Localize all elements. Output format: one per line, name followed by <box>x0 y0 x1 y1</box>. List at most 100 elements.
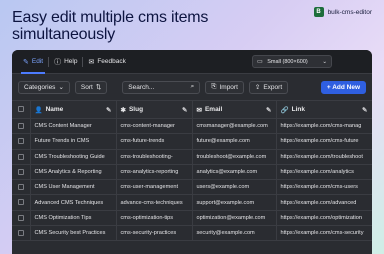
select-all-checkbox[interactable] <box>17 106 24 113</box>
slug-cell[interactable]: cms-troubleshooting- <box>116 149 193 165</box>
link-cell[interactable]: https://example.com/troubleshoot <box>276 149 372 165</box>
column-label: Link <box>291 106 305 113</box>
monitor-icon: ▭ <box>257 59 263 65</box>
row-select-cell <box>12 149 31 165</box>
name-cell[interactable]: CMS Analytics & Reporting <box>30 164 117 181</box>
name-cell[interactable]: CMS Security best Practices <box>30 225 117 242</box>
link-cell[interactable]: https://example.com/cms-security <box>276 225 372 242</box>
column-label: Slug <box>128 106 144 113</box>
app-badge: B bulk-cms-editor <box>313 7 372 17</box>
email-cell[interactable]: users@example.com <box>192 179 277 196</box>
window-size-select[interactable]: ▭ Small (800×600) ⌄ <box>252 55 332 68</box>
row-select-cell <box>12 194 31 211</box>
pencil-icon[interactable]: ✎ <box>182 106 187 114</box>
name-cell[interactable]: CMS Troubleshooting Guide <box>30 149 117 165</box>
table-row[interactable]: CMS User Management cms-user-management … <box>12 179 372 196</box>
sort-label: Sort <box>80 83 93 91</box>
export-button[interactable]: ⇪ Export <box>248 80 289 94</box>
link-cell[interactable]: https://example.com/optimization <box>276 210 372 227</box>
link-cell[interactable]: https://example.com/cms-future <box>276 133 372 150</box>
link-icon: 🔗 <box>280 106 289 114</box>
cms-items-table: 👤 Name ✎ ✱ Slug ✎ ✉ Email ✎ 🔗 Link ✎ CMS Content… <box>12 100 372 242</box>
pencil-icon[interactable]: ✎ <box>362 106 367 114</box>
row-checkbox[interactable] <box>17 122 24 129</box>
headline: Easy edit multiple cms items simultaneou… <box>12 9 209 43</box>
row-select-cell <box>12 133 31 150</box>
name-cell[interactable]: CMS Content Manager <box>30 118 117 135</box>
toolbar: Categories ⌄ Sort ⇅ Search... ⌕ ⎘ Import… <box>12 74 372 100</box>
email-cell[interactable]: optimization@example.com <box>192 210 277 227</box>
tab-edit[interactable]: ✎ Edit <box>18 50 48 74</box>
name-cell[interactable]: Advanced CMS Techniques <box>30 194 117 211</box>
column-header-name[interactable]: 👤 Name ✎ <box>30 100 117 119</box>
name-cell[interactable]: CMS Optimization Tips <box>30 210 117 227</box>
email-cell[interactable]: support@example.com <box>192 194 277 211</box>
pencil-icon[interactable]: ✎ <box>266 106 271 114</box>
top-bar: ✎ Edit ⓘ Help ✉ Feedback ▭ Small (800×60… <box>12 50 372 74</box>
name-cell[interactable]: Future Trends in CMS <box>30 133 117 150</box>
sort-icon: ⇅ <box>95 84 102 91</box>
email-cell[interactable]: analytics@example.com <box>192 164 277 181</box>
row-checkbox[interactable] <box>17 168 24 175</box>
categories-label: Categories <box>24 83 56 91</box>
sort-button[interactable]: Sort ⇅ <box>74 80 108 94</box>
email-cell[interactable]: troubleshoot@example.com <box>192 149 277 165</box>
table-row[interactable]: CMS Optimization Tips cms-optimization-t… <box>12 210 372 227</box>
tab-help[interactable]: ⓘ Help <box>49 50 82 73</box>
table-row[interactable]: CMS Content Manager cms-content-manager … <box>12 118 372 135</box>
table-row[interactable]: CMS Analytics & Reporting cms-analytics-… <box>12 164 372 181</box>
row-select-cell <box>12 164 31 181</box>
name-cell[interactable]: CMS User Management <box>30 179 117 196</box>
bulk-cms-editor-logo-icon: B <box>313 7 324 17</box>
tab-label: Edit <box>31 58 44 65</box>
tab-label: Feedback <box>97 58 126 65</box>
email-cell[interactable]: cmsmanager@example.com <box>192 118 277 135</box>
link-cell[interactable]: https://example.com/advanced <box>276 194 372 211</box>
slug-cell[interactable]: advance-cms-techniques <box>116 194 193 211</box>
editor-window: ✎ Edit ⓘ Help ✉ Feedback ▭ Small (800×60… <box>12 50 372 254</box>
feedback-icon: ✉ <box>88 58 95 66</box>
row-checkbox[interactable] <box>17 138 24 145</box>
slug-cell[interactable]: cms-user-management <box>116 179 193 196</box>
link-cell[interactable]: https://example.com/analytics <box>276 164 372 181</box>
table-row[interactable]: CMS Security best Practices cms-security… <box>12 225 372 242</box>
slug-cell[interactable]: cms-future-trends <box>116 133 193 150</box>
column-header-email[interactable]: ✉ Email ✎ <box>192 100 277 119</box>
tab-feedback[interactable]: ✉ Feedback <box>83 50 130 73</box>
pencil-icon[interactable]: ✎ <box>106 106 111 114</box>
categories-dropdown[interactable]: Categories ⌄ <box>18 80 70 94</box>
table-row[interactable]: Future Trends in CMS cms-future-trends f… <box>12 133 372 150</box>
search-placeholder: Search... <box>128 83 155 91</box>
add-new-button[interactable]: + Add New <box>320 80 366 94</box>
row-select-cell <box>12 210 31 227</box>
import-icon: ⎘ <box>211 83 217 90</box>
chevron-down-icon: ⌄ <box>58 84 64 91</box>
email-cell[interactable]: security@example.com <box>192 225 277 242</box>
row-checkbox[interactable] <box>17 184 24 191</box>
row-checkbox[interactable] <box>17 229 24 236</box>
row-select-cell <box>12 118 31 135</box>
link-cell[interactable]: https://example.com/cms-users <box>276 179 372 196</box>
link-cell[interactable]: https://example.com/cms-manag <box>276 118 372 135</box>
row-checkbox[interactable] <box>17 214 24 221</box>
row-checkbox[interactable] <box>17 199 24 206</box>
email-cell[interactable]: future@example.com <box>192 133 277 150</box>
table-row[interactable]: CMS Troubleshooting Guide cms-troublesho… <box>12 149 372 165</box>
column-header-slug[interactable]: ✱ Slug ✎ <box>116 100 193 119</box>
mail-icon: ✉ <box>196 106 202 114</box>
size-select-value: Small (800×600) <box>267 59 308 65</box>
user-icon: 👤 <box>34 106 43 114</box>
slug-cell[interactable]: cms-security-practices <box>116 225 193 242</box>
export-label: Export <box>263 83 283 91</box>
select-all-cell <box>12 100 31 119</box>
row-checkbox[interactable] <box>17 153 24 160</box>
slug-cell[interactable]: cms-analytics-reporting <box>116 164 193 181</box>
table-row[interactable]: Advanced CMS Techniques advance-cms-tech… <box>12 194 372 211</box>
search-input[interactable]: Search... ⌕ <box>122 80 201 94</box>
column-header-link[interactable]: 🔗 Link ✎ <box>276 100 372 119</box>
import-button[interactable]: ⎘ Import <box>205 80 244 94</box>
badge-label: bulk-cms-editor <box>327 8 372 16</box>
row-select-cell <box>12 225 31 242</box>
slug-cell[interactable]: cms-content-manager <box>116 118 193 135</box>
slug-cell[interactable]: cms-optimization-tips <box>116 210 193 227</box>
